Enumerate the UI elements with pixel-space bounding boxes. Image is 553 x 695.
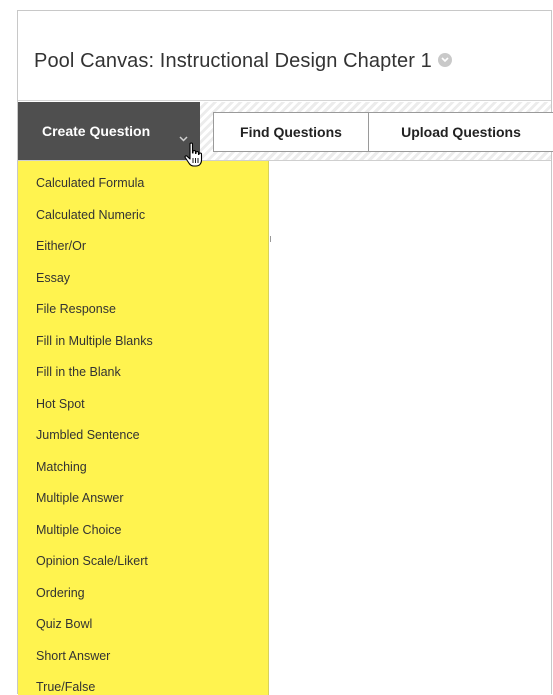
menu-item-multiple-answer[interactable]: Multiple Answer <box>36 491 124 505</box>
title-menu-chevron-icon[interactable] <box>437 52 452 67</box>
menu-item-jumbled-sentence[interactable]: Jumbled Sentence <box>36 428 140 442</box>
menu-item-calculated-numeric[interactable]: Calculated Numeric <box>36 208 145 222</box>
menu-item-quiz-bowl[interactable]: Quiz Bowl <box>36 617 92 631</box>
menu-item-short-answer[interactable]: Short Answer <box>36 649 110 663</box>
menu-item-true-false[interactable]: True/False <box>36 680 95 694</box>
upload-questions-button[interactable]: Upload Questions <box>368 112 553 152</box>
content-frame: Pool Canvas: Instructional Design Chapte… <box>17 10 553 695</box>
create-question-label: Create Question <box>42 123 151 139</box>
menu-item-matching[interactable]: Matching <box>36 460 87 474</box>
menu-item-multiple-choice[interactable]: Multiple Choice <box>36 523 121 537</box>
menu-item-essay[interactable]: Essay <box>36 271 70 285</box>
find-questions-button[interactable]: Find Questions <box>213 112 368 152</box>
menu-item-opinion-scale-likert[interactable]: Opinion Scale/Likert <box>36 554 148 568</box>
menu-item-either-or[interactable]: Either/Or <box>36 239 86 253</box>
page-title-text: Pool Canvas: Instructional Design Chapte… <box>34 50 432 72</box>
action-bar: Create Question Find Questions Upload Qu… <box>18 102 553 161</box>
create-question-dropdown: Calculated Formula Calculated Numeric Ei… <box>18 161 269 695</box>
create-question-button[interactable]: Create Question <box>18 102 200 160</box>
menu-item-fill-in-multiple-blanks[interactable]: Fill in Multiple Blanks <box>36 334 153 348</box>
menu-item-file-response[interactable]: File Response <box>36 302 116 316</box>
underlay-fragment <box>270 236 275 242</box>
menu-item-calculated-formula[interactable]: Calculated Formula <box>36 176 144 190</box>
menu-item-hot-spot[interactable]: Hot Spot <box>36 397 85 411</box>
hand-pointer-icon <box>184 142 203 167</box>
menu-item-fill-in-the-blank[interactable]: Fill in the Blank <box>36 365 121 379</box>
find-questions-label: Find Questions <box>240 124 342 140</box>
menu-item-ordering[interactable]: Ordering <box>36 586 85 600</box>
title-bar: Pool Canvas: Instructional Design Chapte… <box>18 11 551 101</box>
page-title[interactable]: Pool Canvas: Instructional Design Chapte… <box>34 50 452 73</box>
upload-questions-label: Upload Questions <box>401 124 521 140</box>
